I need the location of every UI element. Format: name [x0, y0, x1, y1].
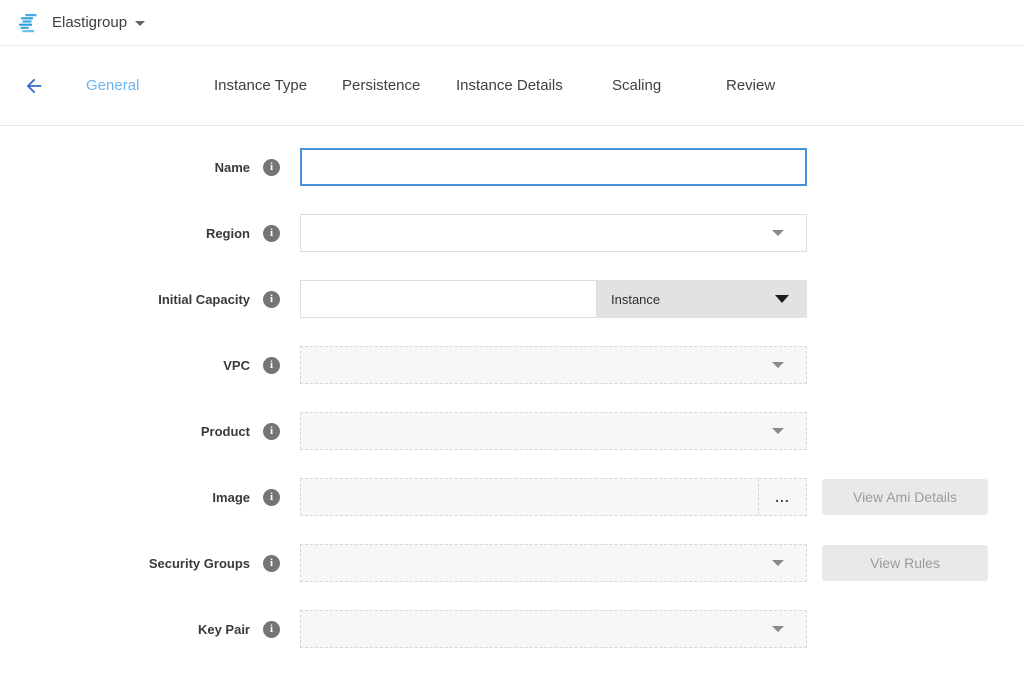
product-label: Product — [201, 424, 250, 439]
security-groups-select[interactable] — [300, 544, 807, 582]
name-label: Name — [215, 160, 250, 175]
chevron-down-icon — [772, 428, 784, 434]
tab-review[interactable]: Review — [726, 67, 775, 104]
tab-instance-details[interactable]: Instance Details — [456, 67, 612, 104]
region-row: Region i — [0, 214, 1024, 252]
view-rules-button[interactable]: View Rules — [822, 545, 988, 581]
security-groups-label: Security Groups — [149, 556, 250, 571]
general-settings-form: Name i Region i Initial Capacity i — [0, 126, 1024, 648]
info-icon[interactable]: i — [263, 225, 280, 242]
initial-capacity-row: Initial Capacity i Instance — [0, 280, 1024, 318]
tab-persistence[interactable]: Persistence — [342, 67, 456, 104]
region-select[interactable] — [300, 214, 807, 252]
tab-general[interactable]: General — [86, 67, 214, 104]
top-bar: Elastigroup — [0, 0, 1024, 46]
chevron-down-icon — [772, 230, 784, 236]
name-row: Name i — [0, 148, 1024, 186]
product-select[interactable] — [300, 412, 807, 450]
image-value[interactable] — [301, 479, 758, 515]
tab-instance-type[interactable]: Instance Type — [214, 67, 342, 104]
info-icon[interactable]: i — [263, 423, 280, 440]
elastigroup-logo-icon — [16, 11, 42, 35]
chevron-down-icon — [775, 295, 789, 303]
info-icon[interactable]: i — [263, 291, 280, 308]
initial-capacity-label: Initial Capacity — [158, 292, 250, 307]
info-icon[interactable]: i — [263, 555, 280, 572]
capacity-unit-select[interactable]: Instance — [597, 280, 807, 318]
chevron-down-icon — [772, 626, 784, 632]
capacity-unit-value: Instance — [611, 292, 660, 307]
key-pair-row: Key Pair i — [0, 610, 1024, 648]
view-ami-details-button[interactable]: View Ami Details — [822, 479, 988, 515]
vpc-label: VPC — [223, 358, 250, 373]
vpc-select[interactable] — [300, 346, 807, 384]
image-label: Image — [212, 490, 250, 505]
chevron-down-icon — [772, 560, 784, 566]
wizard-tab-bar: General Instance Type Persistence Instan… — [0, 46, 1024, 126]
tab-scaling[interactable]: Scaling — [612, 67, 726, 104]
security-groups-row: Security Groups i View Rules — [0, 544, 1024, 582]
info-icon[interactable]: i — [263, 489, 280, 506]
name-input[interactable] — [300, 148, 807, 186]
app-title[interactable]: Elastigroup — [52, 14, 127, 31]
wizard-tabs: General Instance Type Persistence Instan… — [86, 67, 775, 104]
elastigroup-create-page: Elastigroup General Instance Type Persis… — [0, 0, 1024, 688]
vpc-row: VPC i — [0, 346, 1024, 384]
key-pair-select[interactable] — [300, 610, 807, 648]
info-icon[interactable]: i — [263, 159, 280, 176]
info-icon[interactable]: i — [263, 621, 280, 638]
initial-capacity-input[interactable] — [300, 280, 597, 318]
chevron-down-icon — [772, 362, 784, 368]
key-pair-label: Key Pair — [198, 622, 250, 637]
app-switcher-caret-icon[interactable] — [135, 21, 145, 26]
image-row: Image i ... View Ami Details — [0, 478, 1024, 516]
image-field: ... — [300, 478, 807, 516]
region-label: Region — [206, 226, 250, 241]
image-browse-button[interactable]: ... — [758, 479, 806, 515]
product-row: Product i — [0, 412, 1024, 450]
info-icon[interactable]: i — [263, 357, 280, 374]
back-arrow-icon[interactable] — [20, 72, 48, 100]
